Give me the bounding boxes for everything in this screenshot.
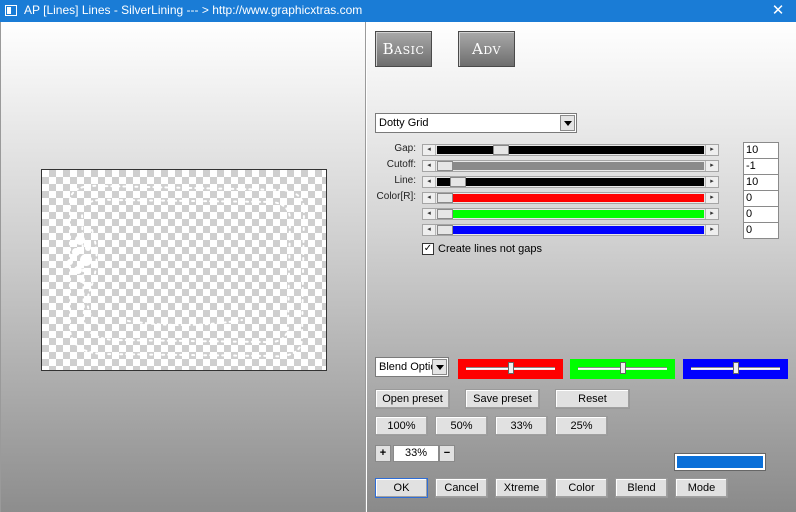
basic-tab-button[interactable]: Basic: [375, 31, 432, 67]
preview-artwork: [67, 184, 306, 358]
slider-label: Color[R]:: [376, 191, 416, 202]
slider-right-arrow-icon[interactable]: ▸: [705, 177, 718, 187]
save-preset-button[interactable]: Save preset: [465, 389, 540, 409]
slider-right-arrow-icon[interactable]: ▸: [705, 209, 718, 219]
slider-right-arrow-icon[interactable]: ▸: [705, 145, 718, 155]
chevron-down-icon[interactable]: [432, 359, 447, 375]
slider-left-arrow-icon[interactable]: ◂: [423, 177, 436, 187]
zoom-value[interactable]: 33%: [393, 445, 439, 462]
cancel-button[interactable]: Cancel: [435, 478, 488, 498]
zoom-50-button[interactable]: 50%: [435, 416, 488, 436]
slider-value[interactable]: -1: [743, 158, 779, 175]
chevron-down-icon[interactable]: [560, 115, 575, 131]
blend-options-dropdown[interactable]: Blend Options: [375, 357, 449, 377]
xtreme-button[interactable]: Xtreme: [495, 478, 548, 498]
channel-thumb[interactable]: [733, 362, 739, 374]
window-title: AP [Lines] Lines - SilverLining --- > ht…: [24, 3, 363, 17]
preview-pane: [0, 22, 366, 512]
channel-thumb[interactable]: [508, 362, 514, 374]
slider-thumb[interactable]: [437, 225, 453, 235]
preset-selected: Dotty Grid: [379, 117, 429, 129]
slider[interactable]: ◂ ▸: [422, 160, 719, 172]
color-swatch[interactable]: [674, 453, 766, 471]
reset-button[interactable]: Reset: [555, 389, 630, 409]
zoom-33-button[interactable]: 33%: [495, 416, 548, 436]
adv-tab-button[interactable]: Adv: [458, 31, 515, 67]
flourish: [67, 234, 96, 283]
channel-slider[interactable]: [683, 359, 788, 379]
slider-thumb[interactable]: [437, 193, 453, 203]
slider-left-arrow-icon[interactable]: ◂: [423, 161, 436, 171]
slider-value[interactable]: 0: [743, 222, 779, 239]
title-bar: AP [Lines] Lines - SilverLining --- > ht…: [0, 0, 796, 22]
close-button[interactable]: ✕: [760, 0, 796, 22]
create-lines-checkbox[interactable]: ✓: [422, 243, 434, 255]
slider[interactable]: ◂ ▸: [422, 208, 719, 220]
slider-track[interactable]: [437, 225, 704, 235]
zoom-minus-button[interactable]: −: [439, 445, 455, 462]
slider-value[interactable]: 0: [743, 190, 779, 207]
slider-left-arrow-icon[interactable]: ◂: [423, 225, 436, 235]
border-detail: [86, 229, 101, 327]
zoom-plus-button[interactable]: +: [375, 445, 391, 462]
blend-selected: Blend Options: [379, 361, 433, 373]
border-outer: [69, 184, 306, 358]
preview-canvas: [41, 169, 327, 371]
slider-thumb[interactable]: [437, 209, 453, 219]
slider-thumb[interactable]: [437, 161, 453, 171]
slider-left-arrow-icon[interactable]: ◂: [423, 209, 436, 219]
slider-value[interactable]: 10: [743, 142, 779, 159]
slider-left-arrow-icon[interactable]: ◂: [423, 145, 436, 155]
mode-button[interactable]: Mode: [675, 478, 728, 498]
zoom-100-button[interactable]: 100%: [375, 416, 428, 436]
border-inner: [80, 198, 292, 344]
slider[interactable]: ◂ ▸: [422, 224, 719, 236]
open-preset-button[interactable]: Open preset: [375, 389, 450, 409]
app-icon: [5, 5, 17, 16]
ok-button[interactable]: OK: [375, 478, 428, 498]
slider-track[interactable]: [437, 161, 704, 171]
color-button[interactable]: Color: [555, 478, 608, 498]
slider[interactable]: ◂ ▸: [422, 192, 719, 204]
slider-right-arrow-icon[interactable]: ▸: [705, 161, 718, 171]
create-lines-label: Create lines not gaps: [438, 243, 542, 255]
slider[interactable]: ◂ ▸: [422, 176, 719, 188]
channel-slider[interactable]: [570, 359, 675, 379]
slider-track[interactable]: [437, 145, 704, 155]
controls-pane: [367, 22, 796, 512]
channel-slider[interactable]: [458, 359, 563, 379]
slider-track[interactable]: [437, 177, 704, 187]
slider[interactable]: ◂ ▸: [422, 144, 719, 156]
slider-value[interactable]: 0: [743, 206, 779, 223]
preset-dropdown[interactable]: Dotty Grid: [375, 113, 577, 133]
channel-thumb[interactable]: [620, 362, 626, 374]
slider-label: Line:: [394, 175, 416, 186]
slider-label: Gap:: [394, 143, 416, 154]
border-detail-2: [121, 319, 243, 326]
slider-track[interactable]: [437, 209, 704, 219]
zoom-25-button[interactable]: 25%: [555, 416, 608, 436]
slider-track[interactable]: [437, 193, 704, 203]
slider-right-arrow-icon[interactable]: ▸: [705, 193, 718, 203]
slider-value[interactable]: 10: [743, 174, 779, 191]
slider-left-arrow-icon[interactable]: ◂: [423, 193, 436, 203]
slider-label: Cutoff:: [386, 159, 416, 170]
slider-right-arrow-icon[interactable]: ▸: [705, 225, 718, 235]
blend-button[interactable]: Blend: [615, 478, 668, 498]
slider-thumb[interactable]: [450, 177, 466, 187]
slider-thumb[interactable]: [493, 145, 509, 155]
